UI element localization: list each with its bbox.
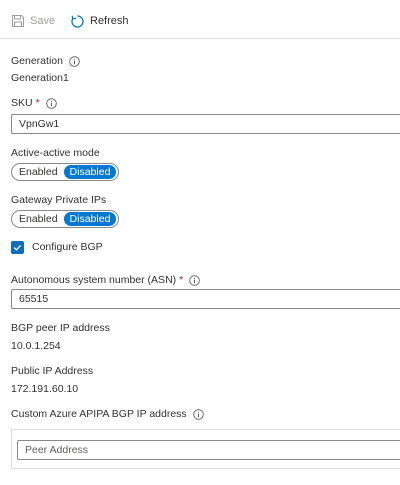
sku-input[interactable] [11,114,400,134]
save-button[interactable]: Save [11,12,55,30]
save-icon [11,14,25,28]
sku-label: SKU * [11,96,57,110]
custom-apipa-label: Custom Azure APIPA BGP IP address [11,407,204,421]
gateway-private-ips-toggle[interactable]: Enabled Disabled [11,210,120,228]
configure-bgp-checkbox[interactable]: Configure BGP [11,240,103,254]
peer-address-input[interactable] [17,440,400,460]
checkbox-checked-icon[interactable] [11,240,24,254]
toggle-option-enabled[interactable]: Enabled [19,165,58,179]
generation-label: Generation [11,54,80,68]
command-bar: Save Refresh [0,0,400,39]
generation-value: Generation1 [11,72,69,84]
public-ip-label: Public IP Address [11,365,94,377]
refresh-button[interactable]: Refresh [70,12,129,30]
toggle-option-enabled[interactable]: Enabled [19,212,58,226]
active-active-toggle[interactable]: Enabled Disabled [11,163,120,181]
toggle-option-disabled[interactable]: Disabled [63,212,117,226]
refresh-icon [70,14,85,29]
required-marker: * [35,97,40,109]
save-label: Save [30,15,56,27]
public-ip-value: 172.191.60.10 [11,383,79,395]
active-active-label: Active-active mode [11,147,100,159]
toggle-option-disabled[interactable]: Disabled [63,165,117,179]
info-icon[interactable] [69,55,80,67]
info-icon[interactable] [189,274,201,286]
gateway-private-ips-label: Gateway Private IPs [11,194,107,206]
asn-label: Autonomous system number (ASN) * [11,273,201,287]
bgp-peer-ip-label: BGP peer IP address [11,322,110,334]
refresh-label: Refresh [90,15,129,27]
info-icon[interactable] [192,408,204,420]
asn-input[interactable] [11,289,400,309]
required-marker: * [179,274,184,286]
info-icon[interactable] [45,97,57,109]
bgp-peer-ip-value: 10.0.1.254 [11,340,61,352]
configure-bgp-label: Configure BGP [32,241,103,253]
